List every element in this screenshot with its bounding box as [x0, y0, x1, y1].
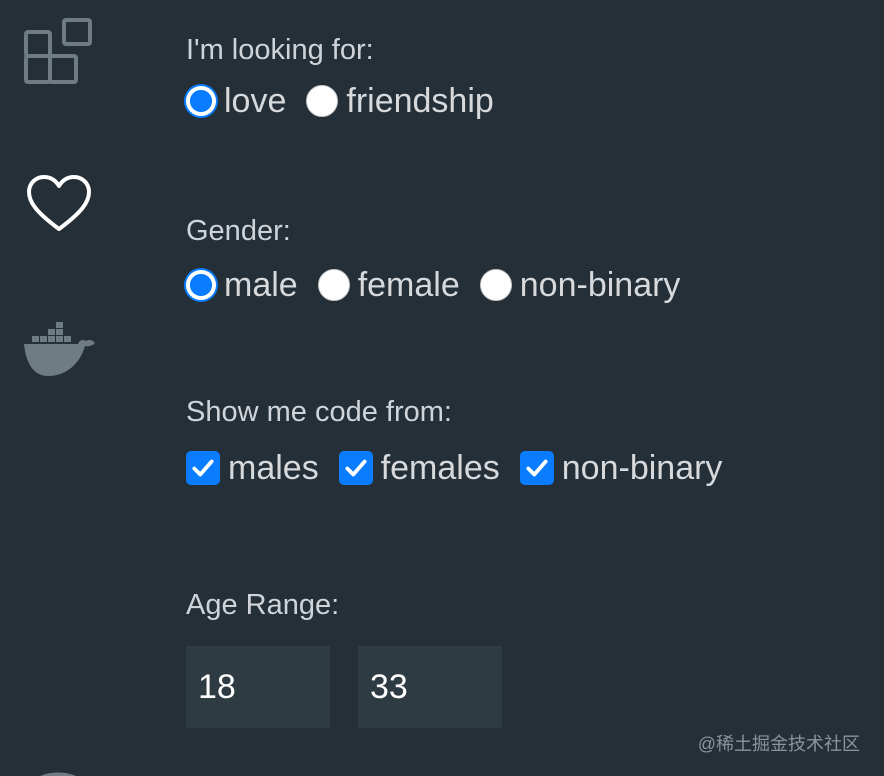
radio-friendship[interactable] [306, 85, 339, 117]
looking-for-option-love[interactable]: love [186, 84, 286, 118]
radio-male[interactable] [186, 270, 216, 300]
option-label-females: females [380, 449, 500, 487]
gender-option-non-binary[interactable]: non-binary [479, 266, 681, 304]
gender-option-female[interactable]: female [317, 266, 460, 304]
option-label-love: love [224, 82, 287, 120]
checkbox-non-binary[interactable] [519, 451, 554, 485]
age-min-input[interactable] [186, 646, 330, 728]
docker-icon[interactable] [22, 322, 96, 380]
checkmark-icon [345, 459, 367, 477]
looking-for-option-friendship[interactable]: friendship [306, 82, 494, 120]
activity-bar [0, 0, 120, 776]
option-label-female: female [357, 266, 460, 304]
looking-for-options: love friendship [186, 84, 514, 118]
show-code-from-label: Show me code from: [186, 396, 452, 428]
looking-for-label: I'm looking for: [186, 34, 374, 66]
option-label-non-binary-code: non-binary [561, 449, 723, 487]
gender-option-male[interactable]: male [186, 268, 298, 302]
gender-options: male female non-binary [186, 268, 700, 302]
partial-circle-icon[interactable] [30, 764, 86, 776]
code-from-option-males[interactable]: males [186, 451, 319, 485]
radio-female[interactable] [317, 269, 350, 301]
code-from-option-females[interactable]: females [338, 449, 500, 487]
option-label-friendship: friendship [346, 82, 494, 120]
heart-icon[interactable] [26, 174, 92, 234]
code-from-option-non-binary[interactable]: non-binary [519, 449, 723, 487]
app-root: I'm looking for: love friendship Gender:… [0, 0, 884, 776]
checkbox-females[interactable] [338, 451, 373, 485]
radio-love[interactable] [186, 86, 216, 116]
checkmark-icon [192, 459, 214, 477]
extensions-icon[interactable] [22, 16, 96, 88]
option-label-non-binary: non-binary [519, 266, 681, 304]
radio-non-binary[interactable] [479, 269, 512, 301]
option-label-male: male [224, 266, 298, 304]
checkbox-males[interactable] [186, 451, 220, 485]
show-code-from-options: males females non-binary [186, 451, 742, 485]
checkmark-icon [526, 459, 548, 477]
age-max-input[interactable] [358, 646, 502, 728]
option-label-males: males [228, 449, 319, 487]
age-range-label: Age Range: [186, 589, 340, 621]
gender-label: Gender: [186, 215, 291, 247]
watermark: @稀土掘金技术社区 [697, 734, 860, 754]
